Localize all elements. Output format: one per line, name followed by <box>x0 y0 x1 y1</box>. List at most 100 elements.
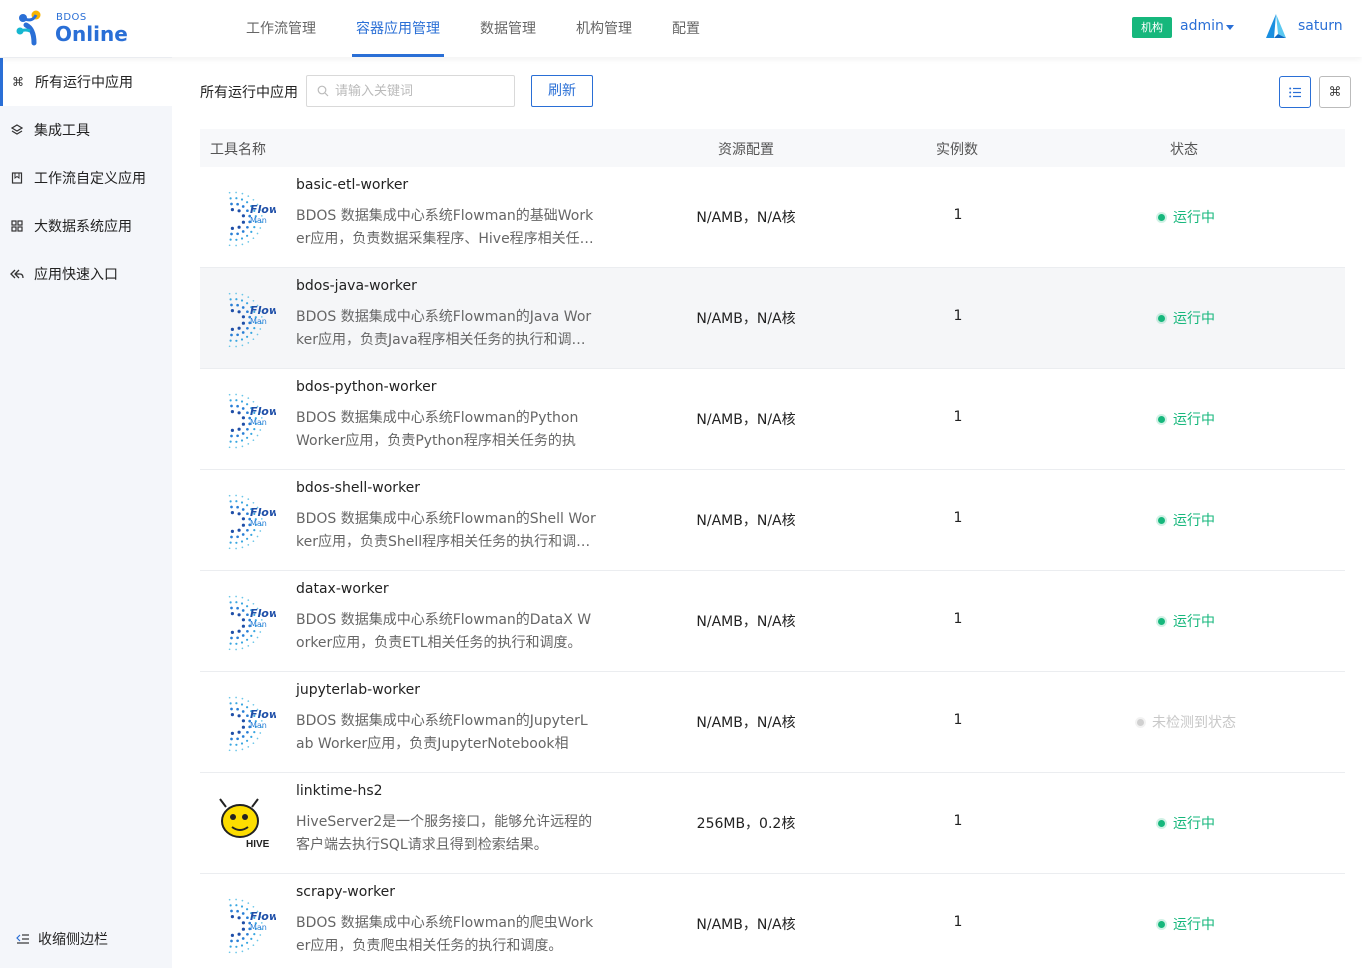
hive-logo-text: HIVE <box>246 839 270 850</box>
status-dot-icon <box>1158 819 1165 827</box>
app-name[interactable]: datax-worker <box>296 581 389 597</box>
app-resource: N/AMB，N/A核 <box>696 917 796 933</box>
caret-down-icon[interactable] <box>1226 25 1234 30</box>
logo-big-text: Online <box>55 22 128 46</box>
org-badge: 机构 <box>1132 17 1172 38</box>
nav-container-apps[interactable]: 容器应用管理 <box>336 0 460 57</box>
main-content: 所有运行中应用 刷新 ⌘ 工具名称 资源配置 实例数 状态 Flow Man b… <box>172 57 1362 968</box>
list-view-button[interactable] <box>1279 76 1311 108</box>
user-menu[interactable]: admin <box>1180 18 1224 34</box>
flowman-logo-sub: Man <box>250 620 267 629</box>
app-name[interactable]: bdos-java-worker <box>296 278 417 294</box>
flowman-logo-sub: Man <box>250 317 267 326</box>
flowman-logo-title: Flow <box>250 405 276 418</box>
grid-view-button[interactable]: ⌘ <box>1319 76 1351 108</box>
col-resource: 资源配置 <box>718 142 774 158</box>
app-description: BDOS 数据集成中心系统Flowman的Java Worker应用，负责Jav… <box>296 309 592 348</box>
flowman-logo-icon: Flow Man <box>228 898 276 954</box>
nav-workflow[interactable]: 工作流管理 <box>226 0 336 57</box>
hive-logo-icon: HIVE <box>219 798 270 850</box>
sidebar-item-label: 应用快速入口 <box>34 267 118 283</box>
app-name[interactable]: basic-etl-worker <box>296 177 408 193</box>
status-badge: 未检测到状态 <box>1137 712 1236 732</box>
status-badge: 运行中 <box>1158 308 1215 328</box>
status-badge: 运行中 <box>1158 510 1215 530</box>
collapse-label: 收缩侧边栏 <box>38 932 108 948</box>
table-row[interactable]: Flow Man bdos-shell-worker BDOS 数据集成中心系统… <box>200 470 1345 571</box>
nav-org[interactable]: 机构管理 <box>556 0 652 57</box>
search-input[interactable] <box>335 83 505 99</box>
bdos-logo-icon <box>16 10 41 46</box>
col-instances: 实例数 <box>936 142 978 158</box>
sidebar-item-integration-tools[interactable]: 集成工具 <box>0 106 172 154</box>
app-resource: N/AMB，N/A核 <box>696 513 796 529</box>
apps-table: 工具名称 资源配置 实例数 状态 Flow Man basic-etl-work… <box>200 129 1345 968</box>
refresh-button[interactable]: 刷新 <box>531 75 593 107</box>
nav-data[interactable]: 数据管理 <box>460 0 556 57</box>
table-row[interactable]: Flow Man datax-worker BDOS 数据集成中心系统Flowm… <box>200 571 1345 672</box>
status-dot-icon <box>1137 718 1144 726</box>
status-badge: 运行中 <box>1158 207 1215 227</box>
sidebar-item-bigdata-apps[interactable]: 大数据系统应用 <box>0 202 172 250</box>
app-description: BDOS 数据集成中心系统Flowman的DataX Worker应用，负责ET… <box>296 612 592 651</box>
table-row[interactable]: Flow Man basic-etl-worker BDOS 数据集成中心系统F… <box>200 167 1345 268</box>
collapse-icon <box>16 932 30 946</box>
flowman-logo-sub: Man <box>250 418 267 427</box>
flowman-logo-title: Flow <box>250 203 276 216</box>
table-row[interactable]: HIVE linktime-hs2 HiveServer2是一个服务接口，能够允… <box>200 773 1345 874</box>
reply-all-icon <box>10 267 24 281</box>
app-instances: 1 <box>953 712 963 728</box>
status-text: 运行中 <box>1173 917 1215 933</box>
collapse-sidebar-button[interactable]: 收缩侧边栏 <box>16 929 108 949</box>
app-name[interactable]: jupyterlab-worker <box>296 682 420 698</box>
status-text: 运行中 <box>1173 816 1215 832</box>
table-row[interactable]: Flow Man jupyterlab-worker BDOS 数据集成中心系统… <box>200 672 1345 773</box>
sidebar-item-label: 集成工具 <box>34 123 90 139</box>
status-text: 运行中 <box>1173 412 1215 428</box>
top-nav: 工作流管理 容器应用管理 数据管理 机构管理 配置 <box>226 0 720 57</box>
app-name[interactable]: bdos-python-worker <box>296 379 436 395</box>
flowman-logo-title: Flow <box>250 304 276 317</box>
bdos-logo[interactable]: BDOS Online <box>14 9 144 49</box>
flowman-logo-title: Flow <box>250 607 276 620</box>
app-instances: 1 <box>953 308 963 324</box>
status-text: 运行中 <box>1173 513 1215 529</box>
app-description: HiveServer2是一个服务接口，能够允许远程的客户端去执行SQL请求且得到… <box>296 814 593 853</box>
col-name: 工具名称 <box>210 142 266 158</box>
app-resource: 256MB，0.2核 <box>696 816 796 832</box>
app-resource: N/AMB，N/A核 <box>696 412 796 428</box>
app-name[interactable]: scrapy-worker <box>296 884 395 900</box>
table-row[interactable]: Flow Man bdos-java-worker BDOS 数据集成中心系统F… <box>200 268 1345 369</box>
flowman-logo-sub: Man <box>250 216 267 225</box>
app-instances: 1 <box>953 813 963 829</box>
sidebar-item-quick-entry[interactable]: 应用快速入口 <box>0 250 172 298</box>
app-instances: 1 <box>953 409 963 425</box>
tenant-icon <box>1266 14 1286 38</box>
status-text: 运行中 <box>1173 614 1215 630</box>
flowman-logo-icon: Flow Man <box>228 393 276 449</box>
nav-config[interactable]: 配置 <box>652 0 720 57</box>
app-name[interactable]: bdos-shell-worker <box>296 480 420 496</box>
sidebar-item-workflow-custom[interactable]: 工作流自定义应用 <box>0 154 172 202</box>
table-header: 工具名称 资源配置 实例数 状态 <box>200 129 1345 167</box>
app-description: BDOS 数据集成中心系统Flowman的Shell Worker应用，负责Sh… <box>296 511 596 550</box>
status-badge: 运行中 <box>1158 813 1215 833</box>
status-text: 未检测到状态 <box>1152 715 1236 731</box>
app-instances: 1 <box>953 510 963 526</box>
sidebar-item-label: 工作流自定义应用 <box>34 171 146 187</box>
app-name[interactable]: linktime-hs2 <box>296 783 383 799</box>
app-resource: N/AMB，N/A核 <box>696 311 796 327</box>
table-row[interactable]: Flow Man bdos-python-worker BDOS 数据集成中心系… <box>200 369 1345 470</box>
tenant-name[interactable]: saturn <box>1298 18 1343 34</box>
flowman-logo-sub: Man <box>250 519 267 528</box>
flowman-logo-icon: Flow Man <box>228 595 276 651</box>
status-dot-icon <box>1158 415 1165 423</box>
app-description: BDOS 数据集成中心系统Flowman的Python Worker应用，负责P… <box>296 410 579 449</box>
search-box[interactable] <box>306 75 515 107</box>
page-title: 所有运行中应用 <box>200 85 298 101</box>
status-dot-icon <box>1158 617 1165 625</box>
table-row[interactable]: Flow Man scrapy-worker BDOS 数据集成中心系统Flow… <box>200 874 1345 968</box>
status-dot-icon <box>1158 516 1165 524</box>
status-badge: 运行中 <box>1158 409 1215 429</box>
sidebar-item-all-running[interactable]: ⌘ 所有运行中应用 <box>0 58 172 106</box>
